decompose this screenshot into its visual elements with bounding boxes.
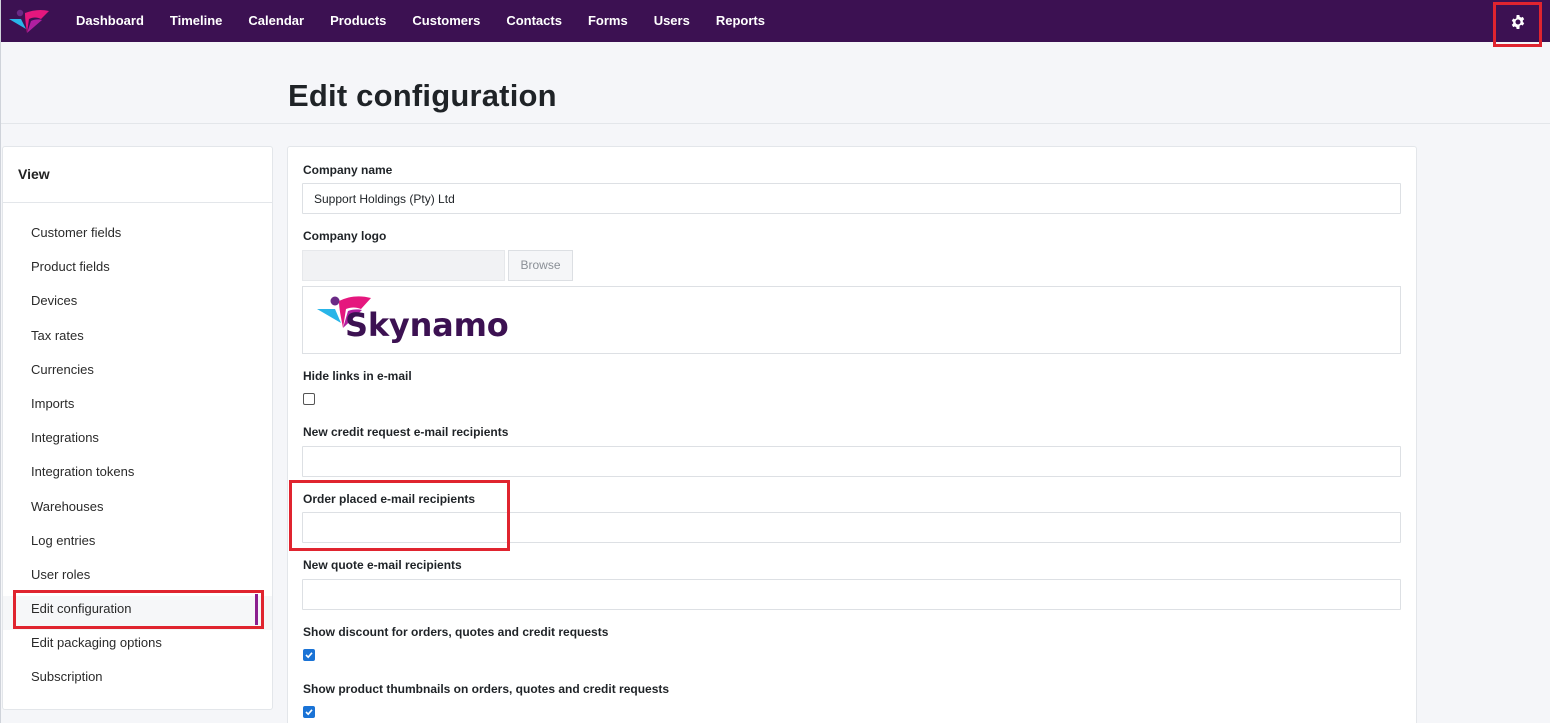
sidebar-item-devices[interactable]: Devices: [3, 288, 272, 322]
sidebar: View Customer fields Product fields Devi…: [2, 146, 273, 710]
nav-customers[interactable]: Customers: [399, 0, 493, 42]
sidebar-item-currencies[interactable]: Currencies: [3, 357, 272, 391]
sidebar-item-subscription[interactable]: Subscription: [3, 664, 272, 698]
settings-button[interactable]: [1493, 2, 1542, 47]
nav-calendar[interactable]: Calendar: [235, 0, 317, 42]
sidebar-item-integrations[interactable]: Integrations: [3, 425, 272, 459]
sidebar-item-warehouses[interactable]: Warehouses: [3, 494, 272, 528]
nav-contacts[interactable]: Contacts: [493, 0, 575, 42]
browse-button[interactable]: Browse: [508, 250, 573, 281]
company-name-input[interactable]: [302, 183, 1401, 214]
new-quote-recipients-input[interactable]: [302, 579, 1401, 610]
nav-timeline[interactable]: Timeline: [157, 0, 236, 42]
order-placed-recipients-input[interactable]: [302, 512, 1401, 543]
hide-links-label: Hide links in e-mail: [303, 369, 412, 383]
sidebar-list: Customer fields Product fields Devices T…: [3, 220, 272, 699]
company-name-label: Company name: [303, 163, 393, 177]
nav-menu: Dashboard Timeline Calendar Products Cus…: [63, 0, 778, 42]
sidebar-item-imports[interactable]: Imports: [3, 391, 272, 425]
skynamo-logo-icon[interactable]: [7, 7, 49, 35]
nav-reports[interactable]: Reports: [703, 0, 778, 42]
sidebar-heading: View: [3, 147, 272, 203]
checkmark-icon: [305, 652, 313, 659]
sidebar-item-customer-fields[interactable]: Customer fields: [3, 220, 272, 254]
gear-icon: [1511, 14, 1524, 29]
checkmark-icon: [305, 709, 313, 716]
credit-request-recipients-input[interactable]: [302, 446, 1401, 477]
nav-products[interactable]: Products: [317, 0, 399, 42]
hide-links-checkbox[interactable]: [303, 393, 315, 405]
nav-forms[interactable]: Forms: [575, 0, 641, 42]
nav-users[interactable]: Users: [641, 0, 703, 42]
sidebar-item-edit-configuration[interactable]: Edit configuration: [3, 596, 272, 631]
show-thumbnails-checkbox[interactable]: [303, 706, 315, 718]
company-logo-file-input[interactable]: [302, 250, 505, 281]
show-discount-checkbox[interactable]: [303, 649, 315, 661]
show-thumbnails-label: Show product thumbnails on orders, quote…: [303, 682, 670, 696]
sidebar-item-edit-packaging-options[interactable]: Edit packaging options: [3, 630, 272, 664]
sidebar-item-integration-tokens[interactable]: Integration tokens: [3, 459, 272, 493]
page-title: Edit configuration: [288, 78, 557, 113]
sidebar-item-user-roles[interactable]: User roles: [3, 562, 272, 596]
credit-request-recipients-label: New credit request e-mail recipients: [303, 425, 509, 439]
company-logo-label: Company logo: [303, 229, 387, 243]
top-navbar: Dashboard Timeline Calendar Products Cus…: [1, 0, 1550, 47]
brand-wordmark: Skynamo: [345, 306, 509, 344]
show-discount-label: Show discount for orders, quotes and cre…: [303, 625, 609, 639]
sidebar-item-product-fields[interactable]: Product fields: [3, 254, 272, 288]
sidebar-item-tax-rates[interactable]: Tax rates: [3, 323, 272, 357]
nav-dashboard[interactable]: Dashboard: [63, 0, 157, 42]
active-item-indicator: [255, 594, 258, 625]
page-header: [1, 42, 1550, 124]
sidebar-item-log-entries[interactable]: Log entries: [3, 528, 272, 562]
order-placed-recipients-label: Order placed e-mail recipients: [303, 492, 476, 506]
new-quote-recipients-label: New quote e-mail recipients: [303, 558, 462, 572]
